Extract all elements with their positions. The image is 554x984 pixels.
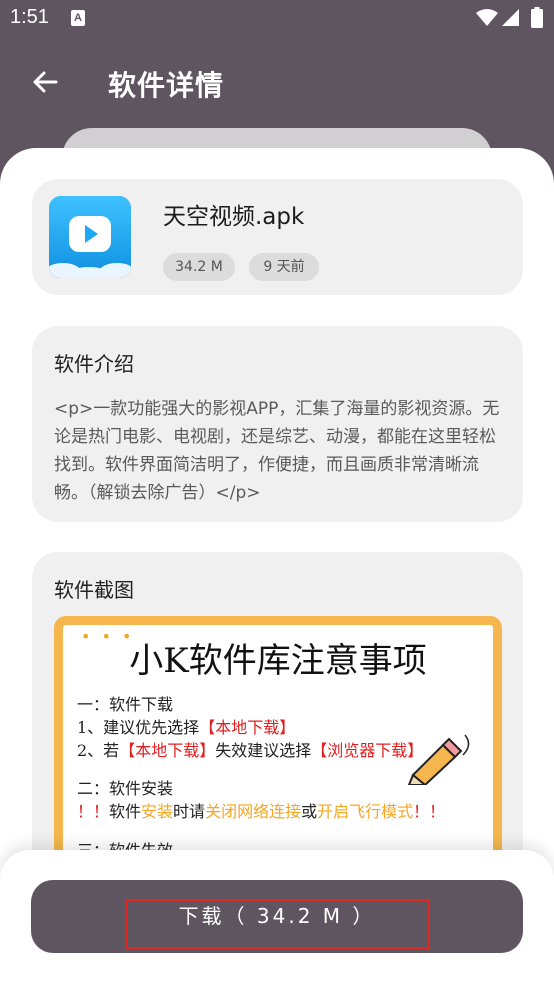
app-size-badge: 34.2 M: [163, 253, 235, 281]
highlight-box: [125, 899, 430, 949]
app-info-card: 天空视频.apk 34.2 M 9 天前: [32, 179, 523, 295]
screenshot-line: ！！软件安装时请关闭网络连接或开启飞行模式！！: [77, 802, 446, 821]
back-button[interactable]: [28, 64, 64, 100]
app-icon: [49, 196, 131, 278]
screenshot-line: 1、建议优先选择【本地下载】: [77, 718, 296, 737]
intro-heading: 软件介绍: [54, 352, 134, 376]
wifi-icon: [476, 9, 498, 26]
app-date-badge: 9 天前: [249, 253, 319, 281]
screenshot-line: 二：软件安装: [77, 779, 174, 798]
arrow-left-icon: [33, 71, 58, 93]
app-bar: 软件详情: [0, 44, 554, 124]
screenshot-title: 小K软件库注意事项: [129, 641, 427, 681]
pencil-icon: [407, 734, 470, 785]
intro-card: 软件介绍 <p>一款功能强大的影视APP，汇集了海量的影视资源。无论是热门电影、…: [32, 326, 523, 522]
screenshots-heading: 软件截图: [54, 578, 134, 602]
signal-icon: [502, 9, 519, 26]
app-name: 天空视频.apk: [163, 204, 305, 230]
battery-icon: [531, 7, 543, 28]
page-title: 软件详情: [108, 69, 225, 102]
status-time: 1:51: [10, 6, 49, 28]
play-icon: [49, 196, 131, 278]
screenshot-line: 一：软件下载: [77, 695, 174, 714]
a-icon: A: [71, 10, 85, 26]
intro-text: <p>一款功能强大的影视APP，汇集了海量的影视资源。无论是热门电影、电视剧，还…: [54, 399, 500, 503]
screenshot-line: 2、若【本地下载】失效建议选择【浏览器下载】: [77, 741, 424, 760]
status-bar: 1:51 A: [0, 0, 554, 38]
